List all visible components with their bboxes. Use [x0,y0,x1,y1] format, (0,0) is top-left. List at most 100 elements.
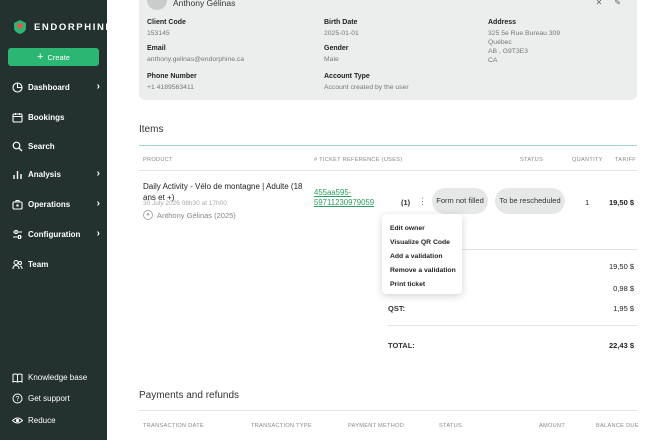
menu-item-visualize-qr-code[interactable]: Visualize QR Code [382,235,462,249]
team-icon [12,259,23,270]
items-title: Items [139,124,164,135]
address-line: Québec [488,39,512,46]
ticket-reference-link[interactable]: 455aa595-59711230979059 [314,188,386,208]
payments-title: Payments and refunds [139,390,240,401]
field-label: Birth Date [324,19,358,26]
sidebar-item-knowledge-base[interactable]: Knowledge base [12,369,100,385]
menu-item-remove-validation[interactable]: Remove a validation [382,264,462,278]
customer-card: Anthony Gélinas ✕ ✎ Client Code 153145 B… [139,0,637,100]
column-header-status: STATUS [520,157,544,163]
main-content: Anthony Gélinas ✕ ✎ Client Code 153145 B… [107,0,670,440]
field-client-code: Client Code 153145 [147,19,186,38]
field-value: anthony.gelinas@endorphine.ca [147,56,245,63]
operations-icon [12,199,23,210]
column-header-balance-due: BALANCE DUE [596,423,639,429]
avatar [147,0,167,10]
svg-text:?: ? [16,396,20,403]
menu-item-add-validation[interactable]: Add a validation [382,249,462,263]
book-icon [12,372,23,383]
field-value: +1 4189563411 [147,84,194,91]
column-header-amount: AMOUNT [539,423,566,429]
chevron-right-icon: › [96,198,100,209]
column-header-payment-method: PAYMENT METHOD [348,423,405,429]
pie-chart-icon [12,81,23,93]
field-label: Account Type [324,73,370,80]
sidebar-item-configuration[interactable]: Configuration › [12,226,100,242]
qst-label: QST: [388,304,406,313]
column-header-ticket-reference: # TICKET REFERENCE (USES) [314,157,403,163]
item-tariff: 19,50 $ [608,198,634,207]
chevron-right-icon: › [96,228,100,239]
sidebar-item-label: Reduce [28,415,56,425]
gst-value: 0,98 $ [613,284,634,293]
product-date: 30 July 2026 08h30 at 17h00 [143,200,227,207]
address-line: 325 5e Rue Bureau 309 [488,30,561,37]
sidebar-item-label: Team [28,259,49,269]
address-line: CA [488,57,498,64]
create-button-label: Create [47,52,70,62]
field-phone: Phone Number +1 4189563411 [147,73,197,92]
sidebar-item-analysis[interactable]: Analysis › [12,166,100,182]
sidebar-item-team[interactable]: Team [12,256,100,272]
sidebar-item-dashboard[interactable]: Dashboard › [12,79,100,95]
sidebar-item-bookings[interactable]: Bookings [12,109,100,125]
field-label: Gender [324,45,349,52]
column-header-quantity: QUANTITY [572,157,603,163]
field-value: 2025-01-01 [324,30,359,37]
brand-name: ENDORPHINE [34,21,114,33]
column-header-transaction-date: TRANSACTION DATE [143,423,204,429]
sidebar-item-label: Get support [28,393,70,403]
sidebar-item-label: Operations [28,199,71,209]
address-line: AB , G9T3E3 [488,48,529,55]
sidebar-item-operations[interactable]: Operations › [12,196,100,212]
chevron-right-icon: › [96,168,100,179]
ticket-uses: (1) [401,198,411,207]
schedule-status-badge[interactable]: To be rescheduled [495,188,565,214]
divider [139,145,637,146]
sidebar-item-label: Bookings [28,112,65,122]
help-icon: ? [12,393,23,404]
bar-chart-icon [12,169,23,180]
field-label: Client Code [147,19,186,26]
sidebar-item-label: Search [28,141,55,151]
sidebar: ENDORPHINE + Create Dashboard › Bookings… [0,0,112,440]
field-value: 153145 [147,30,170,37]
form-status-badge[interactable]: Form not filled [432,188,488,214]
customer-actions: ✕ ✎ [596,0,621,7]
close-icon[interactable]: ✕ [596,0,603,7]
field-address: Address 325 5e Rue Bureau 309 Québec AB … [488,19,560,65]
field-birth-date: Birth Date 2025-01-01 [324,19,359,38]
total-label: TOTAL: [388,341,415,350]
field-value: Account created by the user [324,84,409,91]
menu-item-edit-owner[interactable]: Edit owner [382,221,462,235]
create-button[interactable]: + Create [8,48,99,66]
edit-icon[interactable]: ✎ [614,0,621,7]
column-header-transaction-type: TRANSACTION TYPE [251,423,312,429]
divider [139,410,637,411]
menu-item-print-ticket[interactable]: Print ticket [382,278,462,292]
divider [139,170,637,171]
divider [388,325,637,326]
more-options-icon[interactable]: ⋮ [418,196,427,207]
chevron-right-icon: › [96,81,100,92]
plus-icon: + [37,50,44,63]
field-email: Email anthony.gelinas@endorphine.ca [147,45,244,64]
total-value: 22,43 $ [608,341,634,350]
eye-icon [12,415,23,426]
ticket-owner-name: Anthony Gélinas (2025) [157,210,236,220]
subtotal-value: 19,50 $ [608,262,634,271]
field-gender: Gender Male [324,45,349,64]
sidebar-item-label: Analysis [28,169,61,179]
field-label: Phone Number [147,73,197,80]
column-header-product: PRODUCT [143,157,173,163]
brand[interactable]: ENDORPHINE [12,19,113,35]
sidebar-item-label: Dashboard [28,82,70,92]
column-header-status: STATUS [439,423,463,429]
search-icon [12,141,23,152]
field-value: Male [324,56,339,63]
sidebar-item-search[interactable]: Search [12,138,100,154]
sidebar-item-reduce[interactable]: Reduce [12,412,100,428]
sidebar-item-get-support[interactable]: ? Get support [12,390,100,406]
brand-logo-icon [14,20,26,34]
column-header-tariff: TARIFF [615,157,636,163]
